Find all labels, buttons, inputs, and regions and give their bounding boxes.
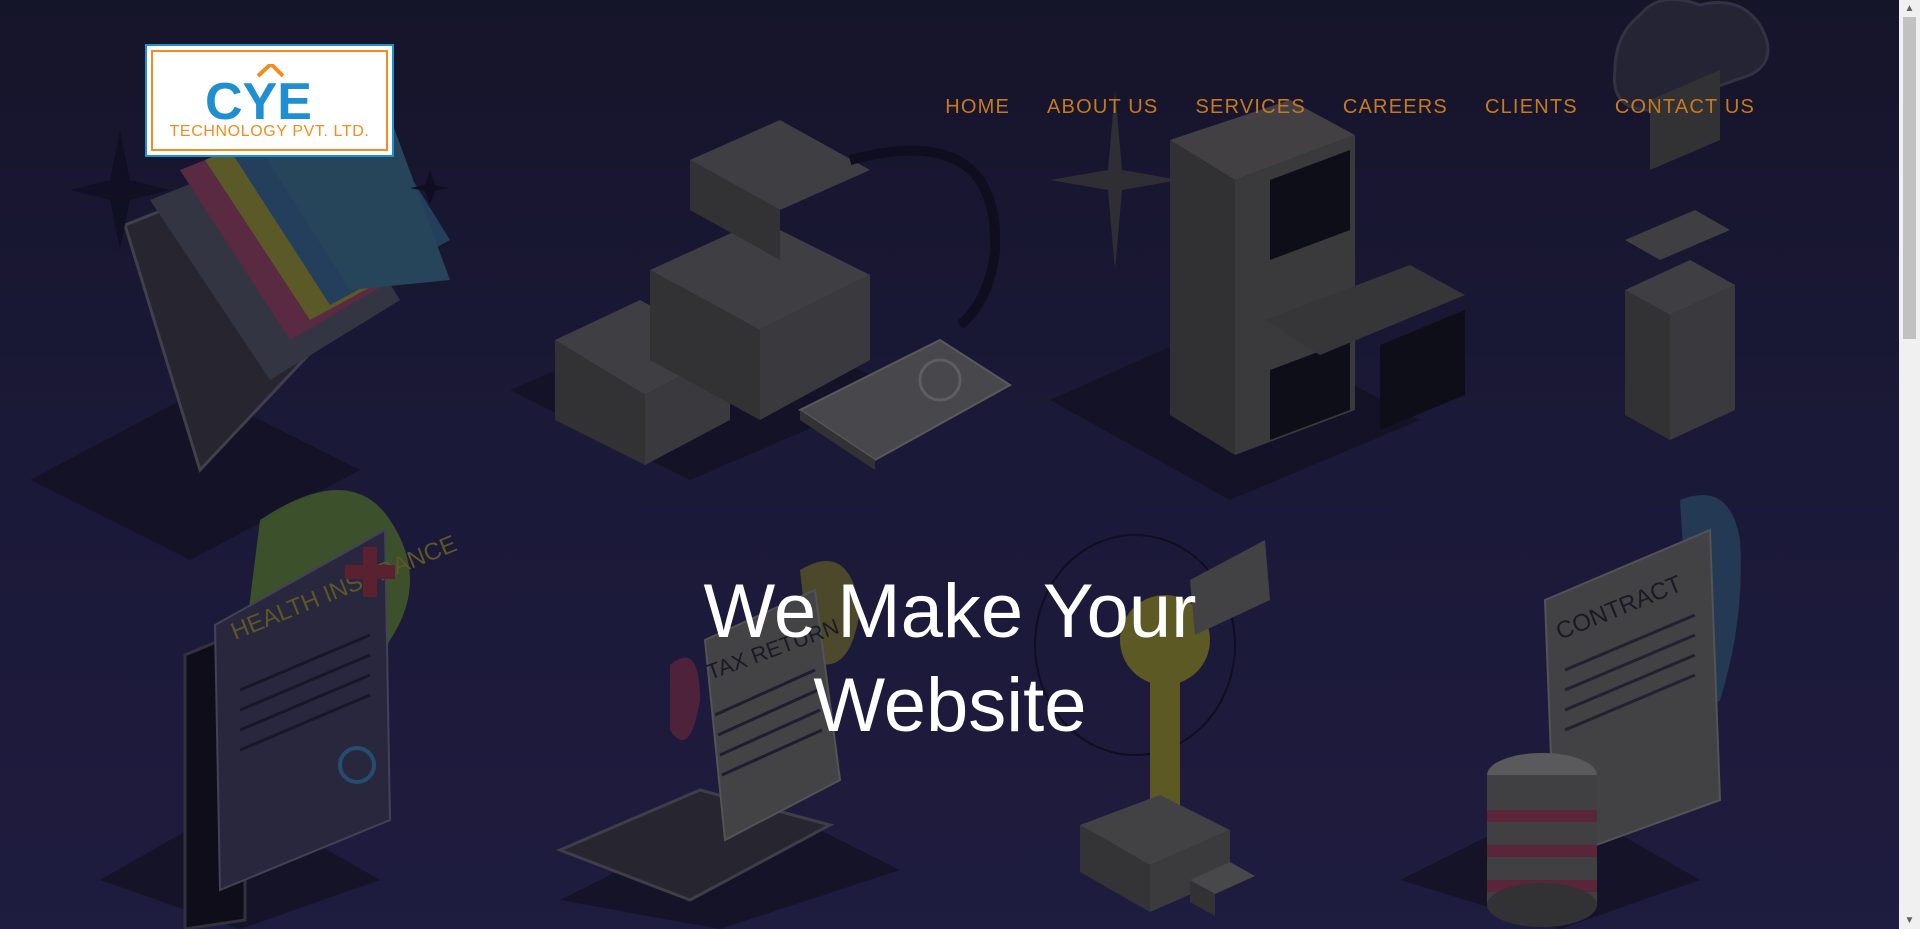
scroll-down-arrow-icon[interactable]: ▼ (1899, 912, 1920, 929)
hero-line-1: We Make Your (703, 569, 1197, 654)
scrollbar-thumb[interactable] (1903, 17, 1916, 339)
scroll-up-arrow-icon[interactable]: ▲ (1899, 0, 1920, 17)
main-navigation: HOME ABOUT US SERVICES CAREERS CLIENTS C… (908, 96, 1755, 119)
logo-mark: CYE (205, 64, 312, 124)
logo-frame: CYE TECHNOLOGY PVT. LTD. (151, 50, 388, 151)
nav-item-contact-us[interactable]: CONTACT US (1615, 96, 1755, 119)
logo-company-name: TECHNOLOGY PVT. LTD. (169, 123, 370, 140)
page: HEALTH INSURANCE TAX RETURN CONTRACT CYE… (0, 0, 1899, 929)
company-logo[interactable]: CYE TECHNOLOGY PVT. LTD. (145, 44, 394, 157)
hero-line-2: Website (813, 663, 1087, 748)
nav-item-services[interactable]: SERVICES (1195, 96, 1305, 119)
hero-heading: We Make Your Website (650, 565, 1250, 753)
nav-item-about-us[interactable]: ABOUT US (1047, 96, 1158, 119)
svg-text:CYE: CYE (205, 73, 312, 124)
cloud-upload-illustration (1612, 0, 1770, 440)
nav-item-careers[interactable]: CAREERS (1343, 96, 1448, 119)
nav-item-home[interactable]: HOME (945, 96, 1010, 119)
vertical-scrollbar[interactable]: ▲ ▼ (1899, 0, 1920, 929)
nav-item-clients[interactable]: CLIENTS (1485, 96, 1578, 119)
